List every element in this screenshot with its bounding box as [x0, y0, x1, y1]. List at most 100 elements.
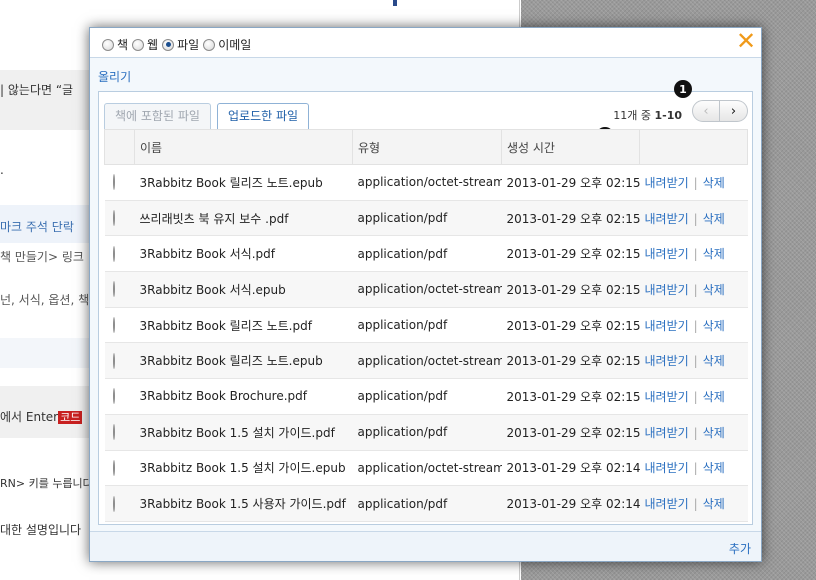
- column-header-created[interactable]: 생성 시간: [501, 129, 640, 165]
- background-text: | 않는다면 “글: [0, 83, 74, 97]
- row-radio-button[interactable]: [112, 424, 115, 441]
- download-link[interactable]: 내려받기: [645, 283, 689, 297]
- link-type-bar: 책 웹 파일 이메일 ✕: [90, 28, 761, 58]
- file-panel: 책에 포함된 파일 업로드한 파일 11개 중 1-10 ‹ › 1 2 이름 …: [98, 80, 753, 525]
- row-select-cell: [104, 271, 135, 308]
- action-separator: |: [693, 389, 698, 404]
- action-separator: |: [693, 425, 698, 440]
- row-radio-button[interactable]: [112, 245, 115, 262]
- row-radio-button[interactable]: [112, 281, 115, 298]
- delete-link[interactable]: 삭제: [703, 497, 725, 511]
- table-row[interactable]: 3Rabbitz Book 릴리즈 노트.pdf application/pdf 2…: [104, 306, 748, 344]
- file-type-cell: application/pdf: [352, 378, 502, 415]
- delete-link[interactable]: 삭제: [703, 390, 725, 404]
- radio-option-book[interactable]: 책: [102, 36, 128, 53]
- row-actions-cell: 내려받기 | 삭제: [639, 306, 748, 344]
- upload-link[interactable]: 올리기: [98, 68, 131, 85]
- close-icon[interactable]: ✕: [735, 29, 757, 53]
- delete-link[interactable]: 삭제: [703, 176, 725, 190]
- download-link[interactable]: 내려받기: [645, 354, 689, 368]
- table-row[interactable]: 3Rabbitz Book 서식.epub application/octet-s…: [104, 271, 748, 308]
- row-radio-button[interactable]: [112, 317, 115, 334]
- row-radio-button[interactable]: [112, 388, 115, 405]
- background-text: .: [0, 163, 4, 177]
- row-actions-cell: 내려받기 | 삭제: [639, 271, 748, 308]
- row-actions-cell: 내려받기 | 삭제: [639, 164, 748, 201]
- download-link[interactable]: 내려받기: [645, 176, 689, 190]
- radio-button[interactable]: [132, 38, 145, 51]
- delete-link[interactable]: 삭제: [703, 247, 725, 261]
- next-page-button[interactable]: ›: [720, 100, 748, 122]
- file-created-cell: 2013-01-29 오후 02:14: [501, 449, 640, 487]
- file-table: 이름 유형 생성 시간 3Rabbitz Book 릴리즈 노트.epub app…: [104, 129, 748, 522]
- delete-link[interactable]: 삭제: [703, 212, 725, 226]
- row-radio-button[interactable]: [112, 174, 115, 191]
- radio-option-web[interactable]: 웹: [132, 36, 158, 53]
- table-row[interactable]: 3Rabbitz Book 1.5 설치 가이드.pdf application/…: [104, 413, 748, 451]
- radio-button[interactable]: [102, 38, 114, 51]
- column-header-name[interactable]: 이름: [134, 129, 353, 165]
- background-text: 책 만들기> 링크: [0, 250, 84, 264]
- download-link[interactable]: 내려받기: [645, 497, 689, 511]
- delete-link[interactable]: 삭제: [703, 354, 725, 368]
- row-actions-cell: 내려받기 | 삭제: [639, 485, 748, 522]
- download-link[interactable]: 내려받기: [645, 390, 689, 404]
- action-separator: |: [693, 175, 698, 190]
- file-name-cell: 3Rabbitz Book 1.5 설치 가이드.pdf: [134, 413, 353, 451]
- callout-badge-1: 1: [674, 80, 692, 98]
- table-row[interactable]: 3Rabbitz Book 1.5 사용자 가이드.pdf application…: [104, 485, 748, 522]
- file-type-cell: application/pdf: [352, 306, 502, 344]
- dialog-footer: 추가: [90, 531, 761, 561]
- action-separator: |: [693, 247, 698, 262]
- background-text: 넌, 서식, 옵션, 책: [0, 293, 90, 307]
- table-row[interactable]: 3Rabbitz Book 릴리즈 노트.epub application/oct…: [104, 342, 748, 380]
- row-radio-button[interactable]: [112, 210, 115, 227]
- radio-option-file[interactable]: 파일: [162, 36, 199, 53]
- pagination-info: 11개 중 1-10: [613, 109, 682, 122]
- delete-link[interactable]: 삭제: [703, 426, 725, 440]
- file-name-cell: 3Rabbitz Book 릴리즈 노트.epub: [134, 342, 353, 380]
- file-name-cell: 쓰리래빗츠 북 유지 보수 .pdf: [134, 199, 353, 237]
- download-link[interactable]: 내려받기: [645, 319, 689, 333]
- row-radio-button[interactable]: [112, 352, 115, 369]
- table-row[interactable]: 쓰리래빗츠 북 유지 보수 .pdf application/pdf 2013-01…: [104, 199, 748, 237]
- file-created-cell: 2013-01-29 오후 02:15: [501, 271, 640, 308]
- pagination: ‹ ›: [692, 100, 748, 122]
- table-row[interactable]: 3Rabbitz Book 1.5 설치 가이드.epub application…: [104, 449, 748, 487]
- table-row[interactable]: 3Rabbitz Book 서식.pdf application/pdf 2013-…: [104, 235, 748, 273]
- file-type-cell: application/pdf: [352, 485, 502, 522]
- radio-button[interactable]: [162, 38, 175, 51]
- delete-link[interactable]: 삭제: [703, 319, 725, 333]
- file-type-cell: application/octet-stream: [352, 271, 502, 308]
- row-actions-cell: 내려받기 | 삭제: [639, 378, 748, 415]
- file-created-cell: 2013-01-29 오후 02:15: [501, 342, 640, 380]
- delete-link[interactable]: 삭제: [703, 283, 725, 297]
- file-name-cell: 3Rabbitz Book 1.5 사용자 가이드.pdf: [134, 485, 353, 522]
- column-header-type[interactable]: 유형: [352, 129, 502, 165]
- file-name-cell: 3Rabbitz Book 릴리즈 노트.pdf: [134, 306, 353, 344]
- action-separator: |: [693, 354, 698, 369]
- tab-included-files[interactable]: 책에 포함된 파일: [104, 103, 211, 129]
- download-link[interactable]: 내려받기: [645, 461, 689, 475]
- add-button[interactable]: 추가: [729, 540, 751, 557]
- table-row[interactable]: 3Rabbitz Book Brochure.pdf application/pd…: [104, 378, 748, 415]
- delete-link[interactable]: 삭제: [703, 461, 725, 475]
- radio-button[interactable]: [203, 38, 216, 51]
- previous-page-button[interactable]: ‹: [692, 100, 720, 122]
- radio-option-email[interactable]: 이메일: [203, 36, 251, 53]
- file-name-cell: 3Rabbitz Book Brochure.pdf: [134, 378, 353, 415]
- row-radio-button[interactable]: [112, 459, 115, 476]
- row-select-cell: [104, 485, 135, 522]
- file-type-cell: application/octet-stream: [352, 342, 502, 380]
- table-row[interactable]: 3Rabbitz Book 릴리즈 노트.epub application/oct…: [104, 164, 748, 201]
- action-separator: |: [693, 211, 698, 226]
- select-column-header: [104, 129, 135, 165]
- file-table-body: 3Rabbitz Book 릴리즈 노트.epub application/oct…: [104, 164, 748, 522]
- action-separator: |: [693, 497, 698, 512]
- row-radio-button[interactable]: [112, 495, 115, 512]
- download-link[interactable]: 내려받기: [645, 247, 689, 261]
- background-marker: [393, 0, 397, 6]
- download-link[interactable]: 내려받기: [645, 212, 689, 226]
- download-link[interactable]: 내려받기: [645, 426, 689, 440]
- tab-uploaded-files[interactable]: 업로드한 파일: [217, 103, 310, 130]
